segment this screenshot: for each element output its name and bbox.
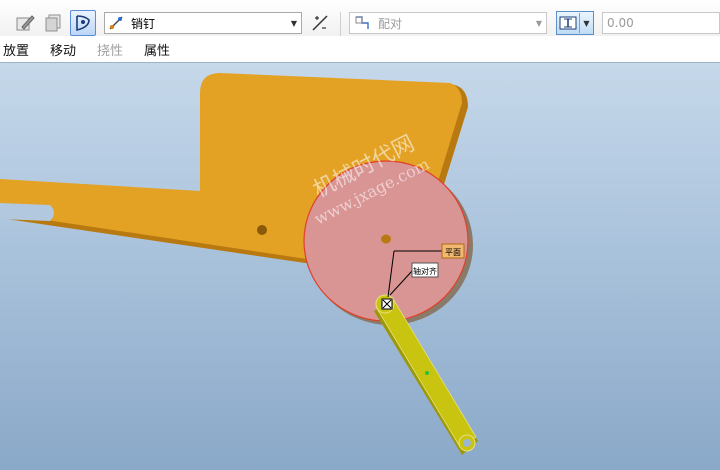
model-viewport[interactable]: 机械时代网 www.jxage.com 平面 轴对齐: [0, 62, 720, 470]
edit-definition-button[interactable]: [12, 10, 38, 36]
flip-icon: [312, 15, 328, 31]
toolbar-separator: [340, 12, 341, 36]
tab-flexibility[interactable]: 挠性: [97, 40, 123, 59]
copy-button[interactable]: [40, 10, 66, 36]
axis-callout-label: 轴对齐: [413, 266, 437, 276]
constraint-type-dropdown[interactable]: 配对 ▼: [349, 12, 547, 34]
chevron-down-icon: ▼: [579, 13, 593, 33]
offset-input[interactable]: 0.00: [602, 12, 720, 34]
dashboard-tabs: 放置 移动 挠性 属性: [0, 36, 720, 62]
constraint-type-label: 配对: [378, 16, 403, 31]
coincident-dropdown[interactable]: ▼: [556, 11, 594, 35]
tab-move[interactable]: 移动: [50, 40, 76, 59]
plane-callout-label: 平面: [445, 248, 461, 257]
model-canvas[interactable]: 机械时代网 www.jxage.com 平面 轴对齐: [0, 63, 720, 470]
mate-constraint-icon: [350, 15, 374, 31]
copy-icon: [45, 14, 61, 32]
link-part[interactable]: [374, 294, 478, 455]
flip-button[interactable]: [307, 10, 333, 36]
placement-pin-icon: [76, 15, 90, 32]
placement-pin-button[interactable]: [70, 10, 96, 36]
chevron-down-icon: ▼: [535, 18, 543, 28]
connection-type-label: 销钉: [131, 16, 156, 31]
edit-definition-icon: [16, 15, 35, 31]
connection-type-dropdown[interactable]: 销钉 ▼: [104, 12, 302, 34]
offset-value: 0.00: [607, 16, 634, 30]
coincident-icon: [557, 15, 579, 31]
dashboard-toolbar: 销钉 ▼ 配对 ▼ ▼ 0.00: [0, 0, 720, 36]
chevron-down-icon: ▼: [290, 18, 298, 28]
tab-properties[interactable]: 属性: [144, 40, 170, 59]
pin-connection-icon: [105, 15, 127, 31]
tab-placement[interactable]: 放置: [3, 40, 29, 59]
